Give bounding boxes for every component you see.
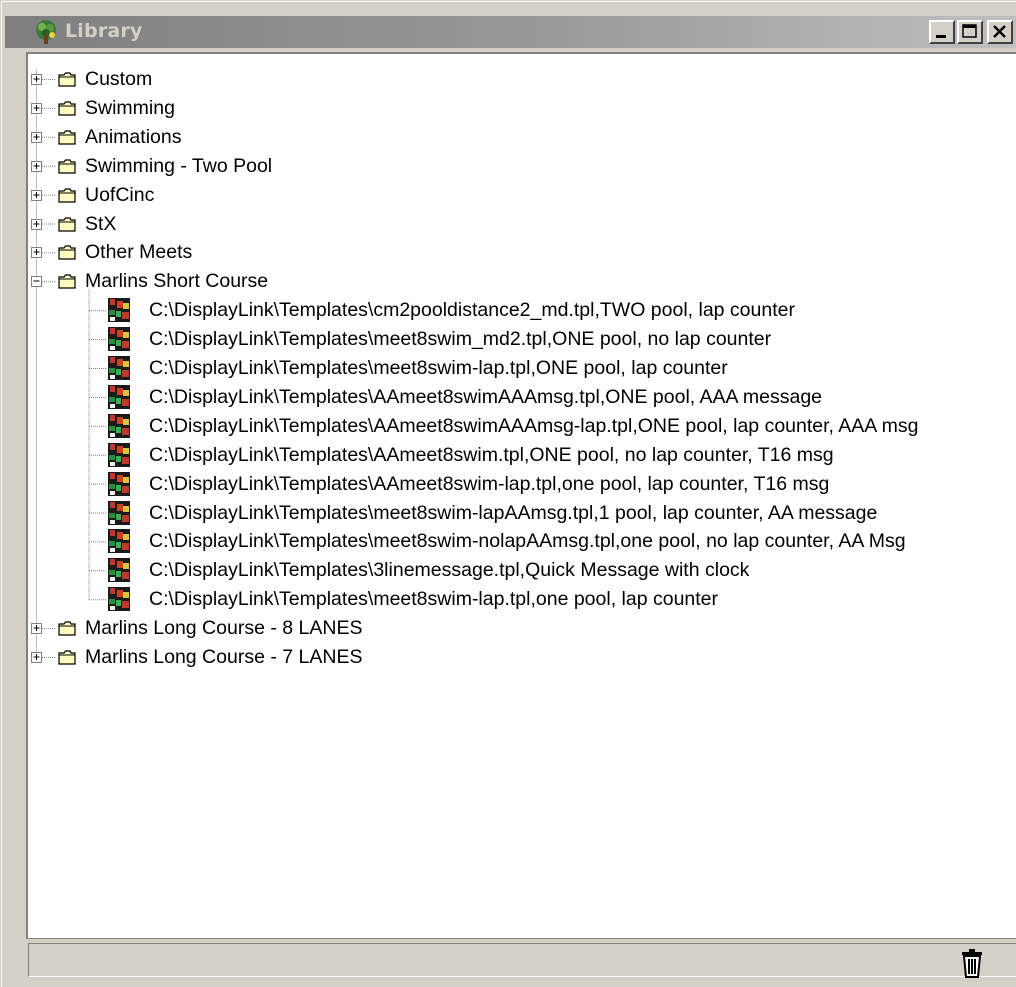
minimize-button[interactable]	[929, 20, 955, 44]
folder-icon	[58, 72, 76, 87]
folder-icon	[58, 159, 76, 174]
expand-plus-icon[interactable]	[31, 623, 42, 635]
folder-icon	[58, 187, 76, 203]
tree-folder-label: Other Meets	[85, 241, 193, 264]
template-file-icon	[108, 471, 130, 496]
status-bar	[26, 938, 1016, 980]
expand-plus-icon[interactable]	[31, 131, 42, 143]
collapse-minus-icon[interactable]	[31, 276, 42, 288]
expand-plus-icon[interactable]	[31, 218, 42, 230]
template-file-icon	[108, 529, 130, 554]
tree-folder-label: Custom	[85, 68, 153, 90]
tree-template-item[interactable]: C:\DisplayLink\Templates\meet8swim-lap.t…	[28, 354, 1016, 384]
tree-template-item[interactable]: C:\DisplayLink\Templates\cm2pooldistance…	[28, 296, 1016, 326]
status-panel	[28, 943, 1016, 977]
folder-icon	[58, 274, 76, 289]
tree-template-item[interactable]: C:\DisplayLink\Templates\meet8swim-lapAA…	[28, 499, 1016, 529]
tree-folder-item[interactable]: Custom	[28, 65, 1016, 95]
window-title: Library	[65, 20, 143, 42]
tree-template-label: C:\DisplayLink\Templates\meet8swim-nolap…	[149, 530, 906, 553]
template-file-icon	[108, 298, 130, 323]
tree-folder-label: Swimming - Two Pool	[85, 154, 273, 177]
tree-folder-item[interactable]: Swimming - Two Pool	[28, 152, 1016, 182]
tree-template-label: C:\DisplayLink\Templates\cm2pooldistance…	[149, 299, 795, 322]
template-file-icon	[108, 500, 130, 525]
expand-plus-icon[interactable]	[31, 160, 42, 172]
maximize-button[interactable]	[957, 20, 983, 44]
tree-template-item[interactable]: C:\DisplayLink\Templates\meet8swim_md2.t…	[28, 325, 1016, 355]
tree-folder-label: Swimming	[85, 96, 175, 119]
template-file-icon	[108, 587, 130, 612]
tree-folder-label: Animations	[85, 125, 182, 148]
folder-icon	[58, 650, 76, 665]
tree-folder-label: Marlins Long Course - 7 LANES	[85, 646, 363, 668]
tree-template-item[interactable]: C:\DisplayLink\Templates\3linemessage.tp…	[28, 556, 1016, 586]
library-window: Library Custom Swimming Animations Swimming…	[0, 0, 1016, 987]
tree-folder-item[interactable]: Marlins Long Course - 7 LANES	[28, 643, 1016, 673]
library-tree[interactable]: Custom Swimming Animations Swimming - Two P…	[26, 52, 1016, 938]
folder-icon	[58, 621, 76, 636]
template-file-icon	[108, 442, 130, 467]
tree-template-label: C:\DisplayLink\Templates\AAmeet8swim-lap…	[149, 472, 830, 495]
template-file-icon	[108, 558, 130, 583]
maximize-icon	[962, 24, 977, 38]
tree-template-item[interactable]: C:\DisplayLink\Templates\AAmeet8swimAAAm…	[28, 383, 1016, 413]
tree-app-icon	[36, 20, 56, 44]
tree-folder-label: Marlins Long Course - 8 LANES	[85, 617, 363, 640]
expand-plus-icon[interactable]	[31, 102, 42, 114]
tree-template-item[interactable]: C:\DisplayLink\Templates\meet8swim-lap.t…	[28, 585, 1016, 615]
tree-folder-label: Marlins Short Course	[85, 270, 269, 293]
tree-template-item[interactable]: C:\DisplayLink\Templates\AAmeet8swimAAAm…	[28, 412, 1016, 442]
trash-icon[interactable]	[959, 948, 985, 978]
expand-plus-icon[interactable]	[31, 74, 42, 85]
tree-template-label: C:\DisplayLink\Templates\3linemessage.tp…	[149, 559, 750, 582]
title-bar[interactable]: Library	[5, 16, 1016, 48]
tree-folder-item[interactable]: Marlins Long Course - 8 LANES	[28, 614, 1016, 644]
tree-folder-item[interactable]: Animations	[28, 123, 1016, 153]
tree-folder-item[interactable]: UofCinc	[28, 181, 1016, 211]
close-icon	[993, 25, 1006, 38]
expand-plus-icon[interactable]	[31, 247, 42, 259]
tree-template-label: C:\DisplayLink\Templates\meet8swim-lap.t…	[149, 588, 719, 611]
tree-folder-item[interactable]: Swimming	[28, 94, 1016, 124]
folder-icon	[58, 130, 76, 145]
tree-template-item[interactable]: C:\DisplayLink\Templates\AAmeet8swim.tpl…	[28, 441, 1016, 471]
tree-folder-label: UofCinc	[85, 183, 155, 206]
tree-folder-item[interactable]: Marlins Short Course	[28, 267, 1016, 297]
tree-template-item[interactable]: C:\DisplayLink\Templates\AAmeet8swim-lap…	[28, 470, 1016, 500]
tree-template-item[interactable]: C:\DisplayLink\Templates\meet8swim-nolap…	[28, 527, 1016, 557]
tree-template-label: C:\DisplayLink\Templates\AAmeet8swimAAAm…	[149, 385, 823, 408]
tree-folder-label: StX	[85, 212, 117, 235]
folder-icon	[58, 101, 76, 116]
folder-icon	[58, 216, 76, 232]
template-file-icon	[108, 327, 130, 352]
template-file-icon	[108, 384, 130, 409]
close-button[interactable]	[987, 20, 1013, 44]
template-file-icon	[108, 356, 130, 380]
expand-plus-icon[interactable]	[31, 189, 42, 201]
tree-template-label: C:\DisplayLink\Templates\AAmeet8swimAAAm…	[149, 414, 919, 437]
expand-plus-icon[interactable]	[31, 652, 42, 663]
template-file-icon	[108, 413, 130, 438]
tree-folder-item[interactable]: Other Meets	[28, 238, 1016, 268]
tree-template-label: C:\DisplayLink\Templates\meet8swim-lapAA…	[149, 501, 878, 524]
folder-icon	[58, 245, 76, 260]
tree-folder-item[interactable]: StX	[28, 210, 1016, 240]
tree-template-label: C:\DisplayLink\Templates\meet8swim-lap.t…	[149, 357, 728, 379]
tree-template-label: C:\DisplayLink\Templates\AAmeet8swim.tpl…	[149, 443, 834, 466]
minimize-icon	[936, 35, 946, 38]
tree-template-label: C:\DisplayLink\Templates\meet8swim_md2.t…	[149, 328, 772, 351]
